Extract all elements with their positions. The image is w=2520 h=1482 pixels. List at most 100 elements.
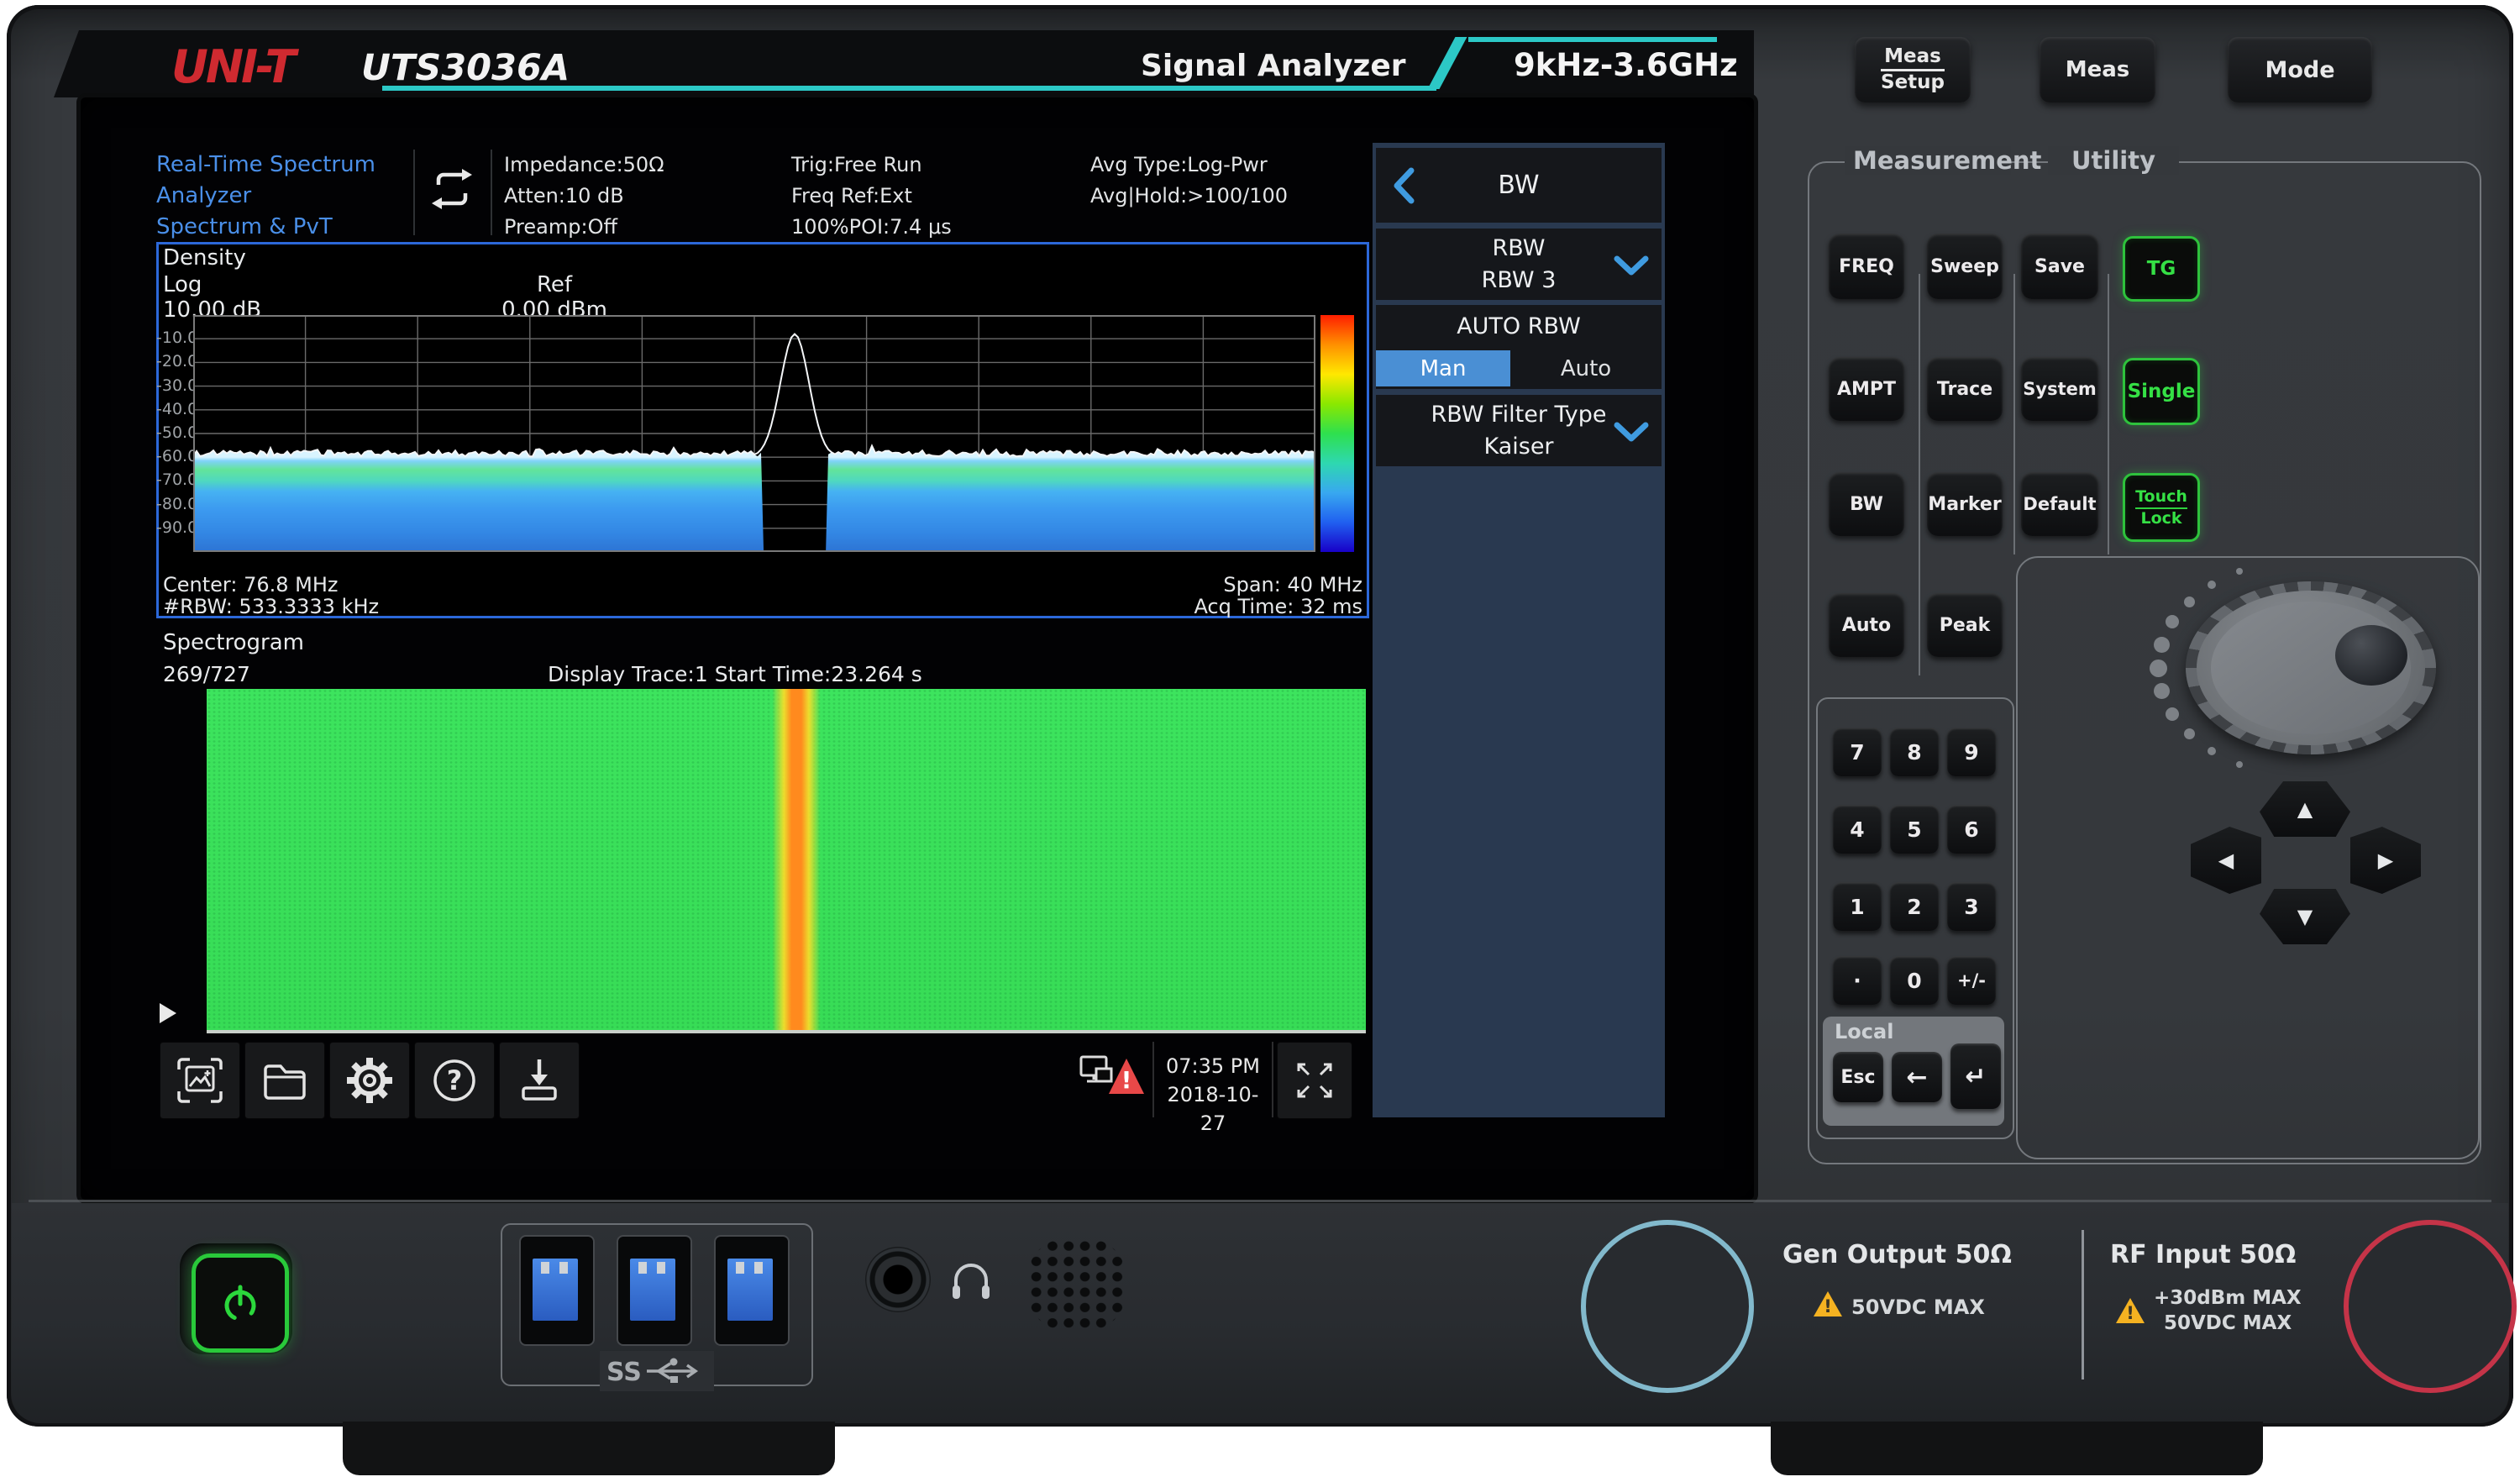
spectrogram-trace-info[interactable]: Display Trace:1 Start Time:23.264 s xyxy=(548,662,922,686)
single-key[interactable]: Single xyxy=(2123,358,2200,425)
acq-time-readout[interactable]: Acq Time: 32 ms xyxy=(1134,595,1362,618)
y-tick: -70.0 xyxy=(156,470,192,489)
numpad-6[interactable]: 6 xyxy=(1947,805,1996,854)
enter-icon: ↵ xyxy=(1965,1062,1986,1091)
auto-option-label: Auto xyxy=(1561,356,1611,381)
freq-key[interactable]: FREQ xyxy=(1829,234,1904,299)
usb-port-2[interactable] xyxy=(617,1235,692,1346)
mode-line-2: Analyzer xyxy=(156,181,408,212)
frequency-range-label: 9kHz-3.6GHz xyxy=(1514,47,1738,83)
menu-header-bw[interactable]: BW xyxy=(1376,148,1662,223)
continuous-sweep-icon[interactable] xyxy=(425,165,479,213)
peak-key[interactable]: Peak xyxy=(1927,593,2003,657)
usb-port-1[interactable] xyxy=(519,1235,595,1346)
density-plot xyxy=(193,315,1315,552)
filter-dropdown-icon[interactable] xyxy=(1613,420,1650,444)
statusbar-separator-1 xyxy=(1152,1042,1154,1117)
menu-item-filter-type[interactable]: RBW Filter Type Kaiser xyxy=(1376,395,1662,466)
gen-output-connector xyxy=(1581,1220,1754,1393)
keypad-divider-3 xyxy=(2108,274,2109,554)
save-key[interactable]: Save xyxy=(2021,234,2098,299)
enter-key[interactable]: ↵ xyxy=(1950,1043,2001,1109)
digit-label: 8 xyxy=(1907,740,1921,765)
bw-key[interactable]: BW xyxy=(1829,472,1904,536)
y-tick: -80.0 xyxy=(156,495,192,513)
info-impedance: Impedance:50Ω xyxy=(504,150,664,181)
touch-lock-key[interactable]: Touch Lock xyxy=(2123,473,2200,542)
backspace-key[interactable]: ← xyxy=(1892,1052,1942,1102)
numpad-plus-minus[interactable]: +/- xyxy=(1947,956,1996,1005)
rbw-readout[interactable]: #RBW: 533.3333 kHz xyxy=(163,595,379,618)
local-label: Local xyxy=(1835,1020,1893,1043)
numpad-decimal[interactable]: · xyxy=(1833,956,1882,1005)
headphone-icon xyxy=(948,1257,995,1302)
numpad-7[interactable]: 7 xyxy=(1833,728,1882,776)
numpad-2[interactable]: 2 xyxy=(1890,882,1939,931)
numpad-1[interactable]: 1 xyxy=(1833,882,1882,931)
analyzer-mode-label[interactable]: Real-Time Spectrum Analyzer Spectrum & P… xyxy=(156,150,408,243)
density-scale-type[interactable]: Log xyxy=(163,272,202,297)
meas-button[interactable]: Meas xyxy=(2040,37,2155,102)
play-marker-icon xyxy=(160,1003,176,1023)
fullscreen-button[interactable] xyxy=(1277,1042,1352,1119)
svg-text:SS: SS xyxy=(606,1358,642,1387)
usb-tongue xyxy=(533,1259,578,1321)
numpad-5[interactable]: 5 xyxy=(1890,805,1939,854)
esc-key[interactable]: Esc xyxy=(1833,1052,1883,1102)
marker-key[interactable]: Marker xyxy=(1927,472,2003,536)
trace-key[interactable]: Trace xyxy=(1927,357,2003,421)
sweep-key[interactable]: Sweep xyxy=(1927,234,2003,299)
mode-line-3: Spectrum & PvT xyxy=(156,212,408,243)
numpad-3[interactable]: 3 xyxy=(1947,882,1996,931)
info-trig: Trig:Free Run xyxy=(791,150,952,181)
help-button[interactable]: ? xyxy=(414,1042,495,1119)
single-label: Single xyxy=(2128,381,2196,402)
numpad-4[interactable]: 4 xyxy=(1833,805,1882,854)
numpad-0[interactable]: 0 xyxy=(1890,956,1939,1005)
rbw-dropdown-icon[interactable] xyxy=(1613,254,1650,277)
default-key[interactable]: Default xyxy=(2021,472,2098,536)
digit-label: 5 xyxy=(1907,817,1921,842)
time-readout: 07:35 PM xyxy=(1156,1052,1270,1080)
settings-button[interactable] xyxy=(329,1042,410,1119)
numpad-8[interactable]: 8 xyxy=(1890,728,1939,776)
lock-label: Lock xyxy=(2140,509,2181,528)
device-foot-right xyxy=(1771,1422,2263,1475)
numpad-9[interactable]: 9 xyxy=(1947,728,1996,776)
power-button[interactable] xyxy=(192,1253,289,1353)
man-option-label: Man xyxy=(1420,356,1467,381)
center-freq-readout[interactable]: Center: 76.8 MHz xyxy=(163,573,339,596)
clock-readout[interactable]: 07:35 PM 2018-10-27 xyxy=(1156,1052,1270,1138)
info-preamp: Preamp:Off xyxy=(504,212,664,243)
file-browser-button[interactable] xyxy=(244,1042,325,1119)
connector-divider xyxy=(2082,1230,2084,1380)
ampt-key[interactable]: AMPT xyxy=(1829,357,1904,421)
auto-key[interactable]: Auto xyxy=(1829,593,1904,657)
mode-button[interactable]: Mode xyxy=(2228,37,2372,102)
headphone-jack[interactable] xyxy=(865,1247,931,1312)
screenshot-button[interactable] xyxy=(160,1042,240,1119)
system-key[interactable]: System xyxy=(2021,357,2098,421)
usb-ss-logo: SS xyxy=(600,1351,714,1391)
info-separator-1 xyxy=(413,150,415,235)
auto-rbw-auto-option[interactable]: Auto xyxy=(1510,350,1662,386)
usb-trident-icon: SS xyxy=(606,1354,707,1388)
expand-arrows-icon xyxy=(1291,1057,1338,1104)
menu-back-icon[interactable] xyxy=(1391,166,1416,205)
trace-label: Trace xyxy=(1937,379,1992,400)
auto-rbw-man-option[interactable]: Man xyxy=(1376,350,1510,386)
info-avg-hold: Avg|Hold:>100/100 xyxy=(1090,181,1288,212)
network-warning-icon[interactable]: ! xyxy=(1078,1052,1150,1107)
tg-key[interactable]: TG xyxy=(2123,236,2200,302)
product-type-label: Signal Analyzer xyxy=(1141,49,1406,83)
menu-item-rbw[interactable]: RBW RBW 3 xyxy=(1376,229,1662,300)
density-title: Density xyxy=(163,245,246,271)
knob-dot xyxy=(2208,581,2216,589)
save-button[interactable] xyxy=(499,1042,580,1119)
span-readout[interactable]: Span: 40 MHz xyxy=(1134,573,1362,596)
digit-label: 1 xyxy=(1850,895,1864,919)
rotary-knob[interactable] xyxy=(2186,581,2436,754)
digit-label: 0 xyxy=(1907,969,1921,993)
usb-port-3[interactable] xyxy=(714,1235,790,1346)
meas-setup-button[interactable]: Meas Setup xyxy=(1855,37,1971,102)
